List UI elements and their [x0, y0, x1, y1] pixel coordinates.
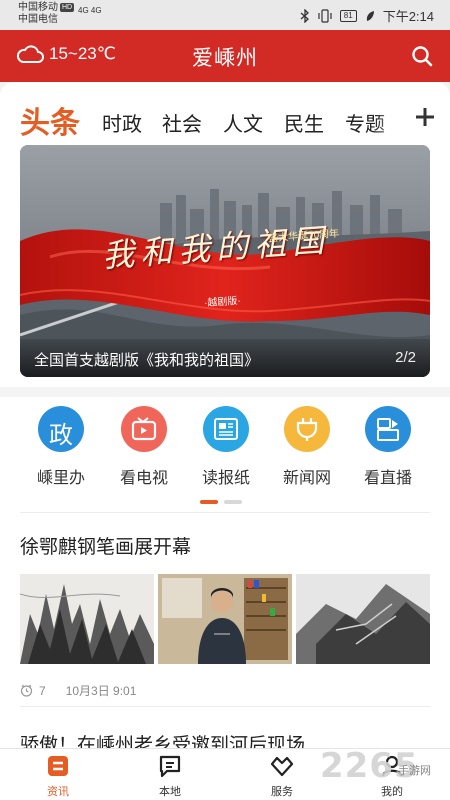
nav-profile[interactable]: 我的 — [352, 753, 432, 799]
hd-badge: HD — [60, 3, 75, 12]
nav-news[interactable]: 资讯 — [18, 753, 98, 799]
gov-service-icon: 政 — [38, 406, 84, 452]
chat-icon — [157, 753, 183, 779]
bluetooth-icon — [300, 8, 309, 23]
quick-link-news-web[interactable]: 新闻网 — [267, 406, 347, 488]
banner-carousel[interactable]: 我和我的祖国 盛大华诞70周年 ·越剧版· 全国首支越剧版《我和我的祖国》 2/… — [20, 145, 430, 377]
quick-link-label: 看直播 — [363, 470, 412, 487]
banner-pager: 2/2 — [395, 349, 416, 366]
user-icon — [379, 753, 405, 779]
add-channel-icon[interactable] — [414, 106, 436, 128]
weather-temp: 15~23℃ — [49, 44, 116, 63]
bottom-nav: 资讯 本地 服务 我的 — [0, 748, 450, 800]
carrier-info: 中国移动 HD 中国电信 — [18, 2, 75, 26]
quick-link-service[interactable]: 政 嵊里办 — [21, 406, 101, 488]
search-icon[interactable] — [410, 44, 434, 68]
news-thumbnail-2 — [158, 574, 292, 664]
nav-local[interactable]: 本地 — [130, 753, 210, 799]
nav-label: 服务 — [271, 786, 293, 798]
newspaper-icon — [203, 406, 249, 452]
carrier-1: 中国移动 — [18, 2, 58, 13]
news-views: 7 — [39, 683, 46, 698]
quick-link-tv[interactable]: 看电视 — [104, 406, 184, 488]
quick-link-label: 嵊里办 — [36, 470, 85, 487]
weather-widget[interactable]: 15~23℃ — [16, 44, 116, 64]
banner-caption: 全国首支越剧版《我和我的祖国》 — [34, 352, 260, 369]
battery-level: 81 — [339, 9, 357, 22]
app-header: 15~23℃ 爱嵊州 — [0, 30, 450, 82]
news-title: 徐鄂麒钢笔画展开幕 — [20, 537, 192, 558]
news-item[interactable]: 徐鄂麒钢笔画展开幕 7 10月3日 9:01 — [0, 518, 450, 708]
leaf-icon — [366, 10, 374, 21]
live-icon — [365, 406, 411, 452]
quick-link-newspaper[interactable]: 读报纸 — [186, 406, 266, 488]
divider — [20, 706, 430, 707]
news-thumbnail-1 — [20, 574, 154, 664]
news-thumbnail-3 — [296, 574, 430, 664]
quick-link-label: 读报纸 — [201, 470, 250, 487]
nav-label: 本地 — [159, 786, 181, 798]
news-meta: 7 10月3日 9:01 — [20, 682, 136, 699]
plug-icon — [284, 406, 330, 452]
clock: 下午2:14 — [382, 9, 434, 24]
pager-dot-active — [200, 500, 218, 504]
tab-culture[interactable]: 人文 — [223, 108, 263, 137]
quick-link-label: 看电视 — [119, 470, 168, 487]
divider — [20, 512, 430, 513]
tab-scroll-fade — [374, 96, 414, 140]
banner-art-tag: ·越剧版· — [203, 295, 242, 310]
clock-icon — [20, 684, 33, 697]
nav-label: 我的 — [381, 786, 403, 798]
tab-headlines[interactable]: 头条 — [20, 98, 80, 142]
pager-dot — [224, 500, 242, 504]
quick-link-live[interactable]: 看直播 — [348, 406, 428, 488]
carrier-2: 中国电信 — [18, 14, 58, 25]
news-title-2[interactable]: 骄傲！在嵊州老乡受邀到河后现场 — [20, 730, 305, 750]
heart-diamond-icon — [269, 753, 295, 779]
gov-glyph: 政 — [49, 422, 73, 449]
content-panel: 头条 时政 社会 人文 民生 专题 我和我的祖国 盛大华诞70周年 ·越剧版· … — [0, 82, 450, 750]
news-date: 10月3日 9:01 — [65, 684, 137, 698]
nav-label: 资讯 — [47, 786, 69, 798]
tab-society[interactable]: 社会 — [162, 108, 202, 137]
quick-links: 政 嵊里办 看电视 读报纸 新闻网 看直播 — [0, 398, 450, 508]
section-divider — [0, 387, 450, 397]
quick-link-label: 新闻网 — [282, 470, 331, 487]
tab-livelihood[interactable]: 民生 — [284, 108, 324, 137]
signal-indicator: 4G 4G — [78, 6, 102, 15]
cloud-icon — [16, 45, 44, 63]
news-tab-icon — [45, 753, 71, 779]
channel-tabs: 头条 时政 社会 人文 民生 专题 — [0, 90, 450, 142]
nav-services[interactable]: 服务 — [242, 753, 322, 799]
tv-icon — [121, 406, 167, 452]
vibrate-icon — [318, 8, 332, 23]
banner-caption-bar: 全国首支越剧版《我和我的祖国》 2/2 — [20, 339, 430, 377]
status-bar: 中国移动 HD 中国电信 4G 4G 81 下午2:14 — [0, 0, 450, 30]
tab-politics[interactable]: 时政 — [102, 108, 142, 137]
